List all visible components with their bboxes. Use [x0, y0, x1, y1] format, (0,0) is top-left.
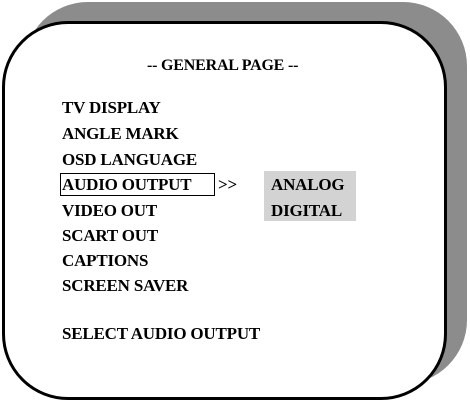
page-title: -- GENERAL PAGE --	[147, 57, 299, 74]
menu-item-audio-output[interactable]: AUDIO OUTPUT	[62, 175, 192, 195]
menu-item-scart-out[interactable]: SCART OUT	[62, 226, 158, 246]
menu-item-captions[interactable]: CAPTIONS	[62, 251, 148, 271]
menu-item-video-out[interactable]: VIDEO OUT	[62, 201, 157, 221]
menu-item-tv-display[interactable]: TV DISPLAY	[62, 98, 161, 118]
submenu-arrow-icon: >>	[218, 175, 237, 194]
osd-screen: -- GENERAL PAGE -- TV DISPLAY ANGLE MARK…	[0, 0, 470, 405]
help-text: SELECT AUDIO OUTPUT	[62, 324, 261, 343]
menu-item-angle-mark[interactable]: ANGLE MARK	[62, 124, 179, 144]
menu-item-osd-language[interactable]: OSD LANGUAGE	[62, 150, 197, 170]
submenu-option-analog[interactable]: ANALOG	[271, 175, 345, 195]
menu-item-screen-saver[interactable]: SCREEN SAVER	[62, 276, 188, 296]
submenu-option-digital[interactable]: DIGITAL	[271, 201, 342, 221]
